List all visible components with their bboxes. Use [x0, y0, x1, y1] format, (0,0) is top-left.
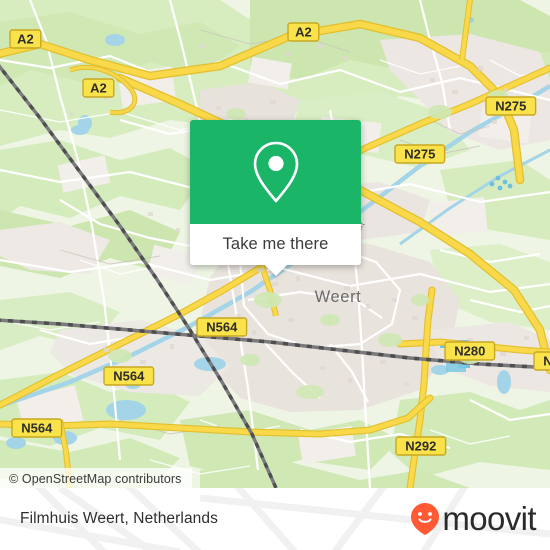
road-shield-label: N564	[206, 319, 238, 334]
road-shield-n564-5: N564	[196, 317, 248, 337]
road-shield-n275-3: N275	[485, 96, 537, 116]
road-shield-label: N564	[21, 420, 53, 435]
road-shield-label: N564	[113, 368, 145, 383]
popup-action-area[interactable]: Take me there	[190, 224, 361, 276]
road-shield-n564-6: N564	[103, 366, 155, 386]
moovit-logo[interactable]: moovit	[409, 500, 537, 537]
road-shield-n275-4: N275	[394, 144, 446, 164]
road-shield-n280-8: N280	[444, 341, 496, 361]
page-title: Filmhuis Weert, Netherlands	[20, 510, 218, 527]
popup-icon-area	[190, 120, 361, 224]
map-pin-icon	[253, 141, 298, 203]
road-shield-label: N280	[543, 353, 550, 368]
road-shield-n292-10: N292	[395, 436, 447, 456]
road-shield-label: A2	[17, 31, 34, 46]
road-shield-label: N275	[404, 146, 435, 161]
road-shield-a2-2: A2	[287, 22, 320, 42]
moovit-pin-smile-icon	[411, 503, 440, 535]
road-shield-n564-7: N564	[11, 418, 63, 438]
osm-attribution[interactable]: © OpenStreetMap contributors	[0, 468, 192, 488]
map-screenshot: Weert ert A2A2A2N275N275N564N564N564N280…	[0, 0, 550, 550]
road-shield-label: A2	[90, 80, 107, 95]
road-shield-label: N292	[405, 438, 436, 453]
road-shield-a2-0: A2	[9, 29, 42, 49]
take-me-there-popup[interactable]: Take me there	[190, 120, 361, 276]
place-label-weert: Weert	[315, 288, 362, 306]
road-shield-n280-9: N280	[533, 351, 550, 371]
bottom-info-bar: Filmhuis Weert, Netherlands moovit	[0, 488, 550, 550]
popup-pointer-tail	[264, 265, 287, 276]
road-shield-label: N275	[495, 98, 526, 113]
take-me-there-label: Take me there	[222, 235, 329, 253]
road-shield-a2-1: A2	[82, 78, 115, 98]
road-shield-label: A2	[295, 24, 312, 39]
moovit-wordmark: moovit	[442, 500, 536, 537]
road-shield-label: N280	[454, 343, 485, 358]
